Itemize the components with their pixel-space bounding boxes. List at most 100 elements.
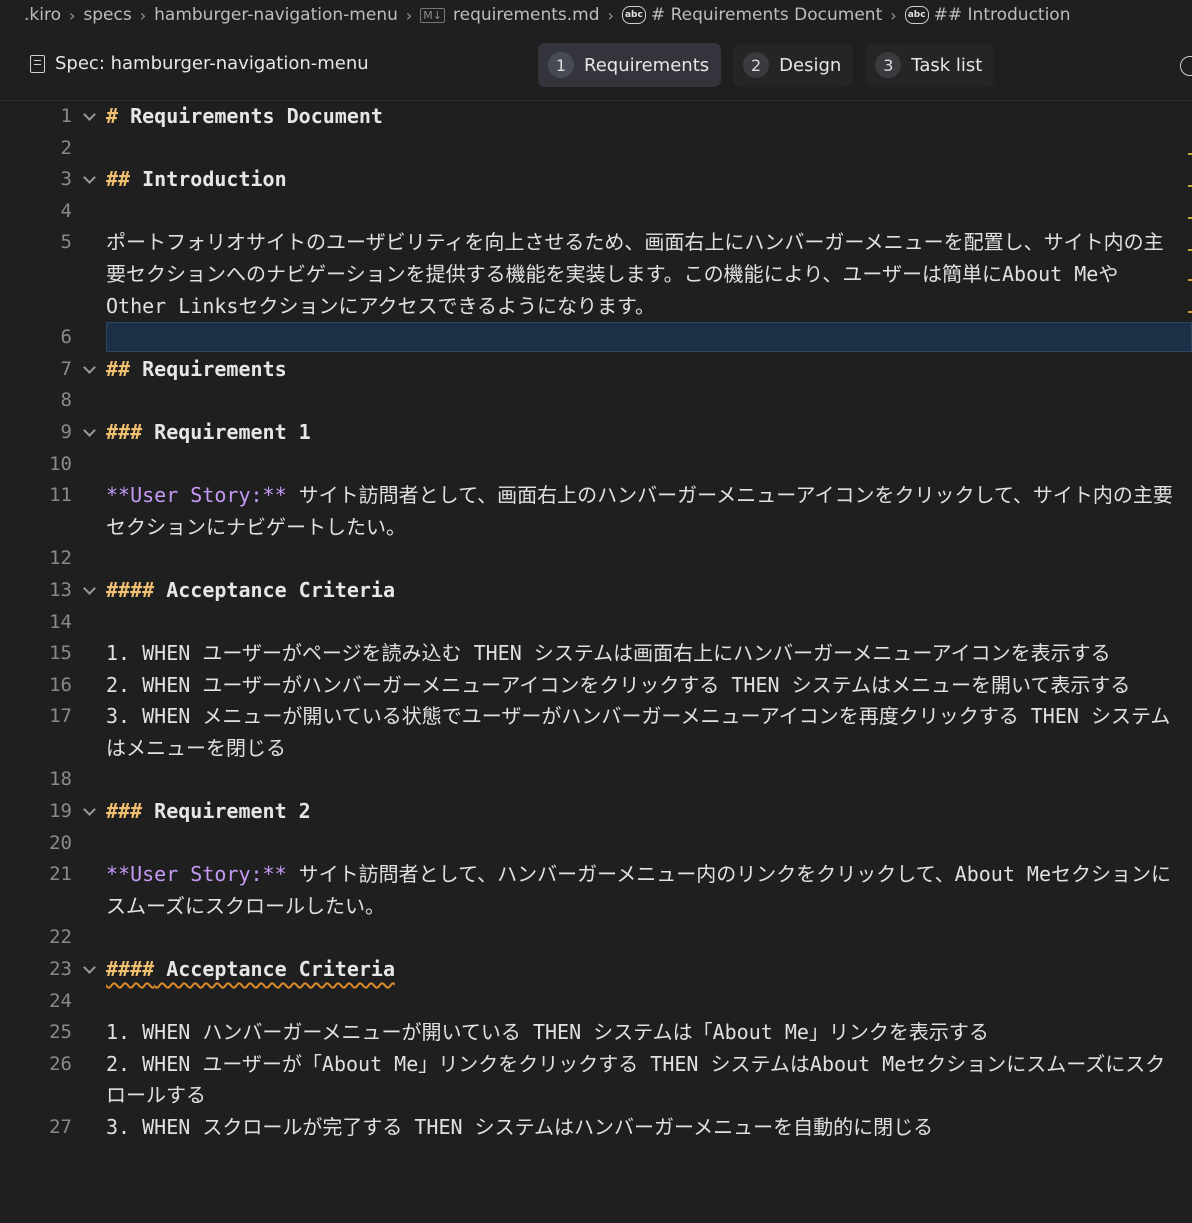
fold-gutter [72,922,106,954]
line-content[interactable]: 3. WHEN スクロールが完了する THEN システムはハンバーガーメニューを… [106,1112,1192,1144]
breadcrumb-file[interactable]: requirements.md [453,5,600,25]
line-number: 5 [60,231,72,254]
fold-gutter [72,322,106,354]
editor-line[interactable]: 1 # Requirements Document [0,101,1192,133]
editor-line[interactable]: 10 [0,449,1192,481]
line-text: Requirements [130,356,287,381]
line-content[interactable] [106,322,1192,353]
fold-chevron-icon[interactable] [72,796,106,828]
heading-marker: # [106,104,119,128]
editor-line[interactable]: 20 [0,828,1192,860]
editor-line[interactable]: 2 [0,133,1192,165]
line-number: 26 [49,1052,72,1075]
editor-line[interactable]: 26 2. WHEN ユーザーが「About Me」リンクをクリックする THEN… [0,1049,1192,1112]
fold-gutter [72,227,106,259]
heading-marker: ## [106,356,131,381]
line-number: 12 [49,547,72,570]
line-content[interactable]: # Requirements Document [106,101,1192,133]
editor-line[interactable]: 22 [0,922,1192,954]
line-number: 3 [60,168,72,191]
spec-tabs: 1 Requirements 2 Design 3 Task list [538,43,995,87]
tab-task-list[interactable]: 3 Task list [865,43,995,87]
editor-line[interactable]: 12 [0,543,1192,575]
fold-chevron-icon[interactable] [72,354,106,386]
line-content[interactable]: 2. WHEN ユーザーが「About Me」リンクをクリックする THEN シ… [106,1049,1192,1112]
tab-design[interactable]: 2 Design [733,43,854,87]
tab-label: Task list [911,54,983,76]
breadcrumb-spec-folder[interactable]: hamburger-navigation-menu [154,5,398,25]
line-number: 7 [60,357,72,380]
symbol-string-icon: abc [621,6,646,24]
line-number: 4 [60,199,72,222]
editor-line[interactable]: 4 [0,196,1192,228]
line-content[interactable]: ## Introduction [106,164,1192,196]
editor-line[interactable]: 14 [0,607,1192,639]
line-content[interactable]: ### Requirement 1 [106,417,1192,449]
editor-line[interactable]: 23 #### Acceptance Criteria [0,954,1192,986]
editor-line[interactable]: 3 ## Introduction [0,164,1192,196]
breadcrumb-kiro[interactable]: .kiro [24,5,61,25]
line-number: 20 [49,831,72,854]
line-number: 19 [49,800,72,823]
breadcrumb: .kiro › specs › hamburger-navigation-men… [0,0,1192,30]
line-content[interactable]: 2. WHEN ユーザーがハンバーガーメニューアイコンをクリックする THEN … [106,670,1192,702]
editor-line[interactable]: 16 2. WHEN ユーザーがハンバーガーメニューアイコンをクリックする THE… [0,670,1192,702]
fold-gutter [72,385,106,417]
editor-line[interactable]: 7 ## Requirements [0,354,1192,386]
line-content[interactable]: 1. WHEN ハンバーガーメニューが開いている THEN システムは「Abou… [106,1017,1192,1049]
line-content[interactable]: **User Story:** サイト訪問者として、画面右上のハンバーガーメニュ… [106,480,1192,543]
editor-line[interactable]: 13 #### Acceptance Criteria [0,575,1192,607]
line-content[interactable]: ### Requirement 2 [106,796,1192,828]
line-number: 16 [49,673,72,696]
editor-line[interactable]: 11 **User Story:** サイト訪問者として、画面右上のハンバーガーメ… [0,480,1192,543]
editor-line[interactable]: 18 [0,764,1192,796]
editor-line[interactable]: 17 3. WHEN メニューが開いている状態でユーザーがハンバーガーメニューアイ… [0,701,1192,764]
line-content[interactable]: 3. WHEN メニューが開いている状態でユーザーがハンバーガーメニューアイコン… [106,701,1192,764]
editor-line[interactable]: 15 1. WHEN ユーザーがページを読み込む THEN システムは画面右上にハ… [0,638,1192,670]
heading-marker: ### [106,419,143,444]
editor-line[interactable]: 9 ### Requirement 1 [0,417,1192,449]
line-number: 23 [49,958,72,981]
breadcrumb-heading-1[interactable]: # Requirements Document [651,5,882,25]
fold-gutter [72,1112,106,1144]
fold-gutter [72,480,106,512]
breadcrumb-heading-2[interactable]: ## Introduction [934,5,1071,25]
bold-label: **User Story:** [106,483,287,508]
line-content[interactable]: **User Story:** サイト訪問者として、ハンバーガーメニュー内のリン… [106,859,1192,922]
code-editor[interactable]: 1 # Requirements Document 2 3 ## Introductio… [0,101,1192,1144]
fold-gutter [72,828,106,860]
line-text: 3. WHEN スクロールが完了する THEN システムはハンバーガーメニューを… [106,1115,934,1139]
tab-requirements[interactable]: 1 Requirements [538,43,722,87]
fold-chevron-icon[interactable] [72,954,106,986]
line-content[interactable]: ## Requirements [106,354,1192,386]
editor-line[interactable]: 5 ポートフォリオサイトのユーザビリティを向上させるため、画面右上にハンバーガーメ… [0,227,1192,322]
line-content[interactable]: ポートフォリオサイトのユーザビリティを向上させるため、画面右上にハンバーガーメニ… [106,227,1192,322]
breadcrumb-specs[interactable]: specs [83,5,131,25]
line-content[interactable]: #### Acceptance Criteria [106,954,1192,986]
fold-chevron-icon[interactable] [72,164,106,196]
circle-icon[interactable] [1180,56,1192,76]
editor-line[interactable]: 21 **User Story:** サイト訪問者として、ハンバーガーメニュー内の… [0,859,1192,922]
line-number: 17 [49,705,72,728]
fold-chevron-icon[interactable] [72,575,106,607]
editor-line[interactable]: 25 1. WHEN ハンバーガーメニューが開いている THEN システムは「Ab… [0,1017,1192,1049]
editor-line[interactable]: 6 [0,322,1192,354]
editor-line[interactable]: 27 3. WHEN スクロールが完了する THEN システムはハンバーガーメニュ… [0,1112,1192,1144]
line-content[interactable]: 1. WHEN ユーザーがページを読み込む THEN システムは画面右上にハンバ… [106,638,1192,670]
fold-chevron-icon[interactable] [72,417,106,449]
chevron-right-icon: › [139,5,147,25]
editor-line[interactable]: 24 [0,986,1192,1018]
chevron-right-icon: › [405,5,413,25]
fold-chevron-icon[interactable] [72,101,106,133]
fold-gutter [72,638,106,670]
fold-gutter [72,859,106,891]
editor-line[interactable]: 8 [0,385,1192,417]
line-number: 8 [60,389,72,412]
line-content[interactable]: #### Acceptance Criteria [106,575,1192,607]
editor-line[interactable]: 19 ### Requirement 2 [0,796,1192,828]
line-number: 27 [49,1116,72,1138]
line-text: Requirement 2 [142,799,311,824]
line-text: Requirement 1 [142,419,311,444]
spec-toolbar: Spec: hamburger-navigation-menu 1 Requir… [0,30,1192,101]
line-number: 6 [60,326,72,349]
